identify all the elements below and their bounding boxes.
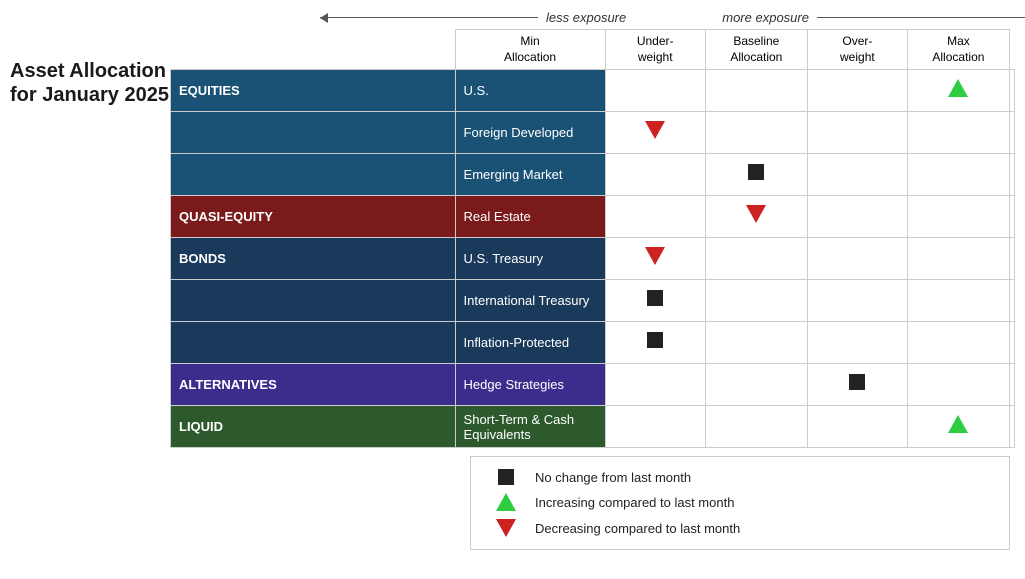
cell-baseline (807, 154, 907, 196)
cell-min (605, 196, 705, 238)
cell-max (1010, 70, 1015, 112)
cell-under (705, 406, 807, 448)
title-area: Asset Allocation for January 2025 (10, 29, 170, 107)
cell-under (705, 154, 807, 196)
category-cell: ALTERNATIVES (171, 364, 456, 406)
more-exposure-label: more exposure (722, 10, 809, 25)
cell-baseline (807, 238, 907, 280)
row-label-cell: Inflation-Protected (455, 322, 605, 364)
cell-baseline (807, 322, 907, 364)
cell-max (1010, 406, 1015, 448)
cell-min (605, 238, 705, 280)
cell-over (907, 70, 1009, 112)
cell-under (705, 364, 807, 406)
col-header-min: MinAllocation (455, 30, 605, 70)
cell-max (1010, 280, 1015, 322)
cell-baseline (807, 280, 907, 322)
exposure-arrow: less exposure more exposure (320, 10, 1025, 25)
legend-down-symbol (491, 519, 521, 537)
row-label-cell: U.S. Treasury (455, 238, 605, 280)
cell-baseline (807, 70, 907, 112)
cell-under (705, 322, 807, 364)
row-label-cell: Short-Term & Cash Equivalents (455, 406, 605, 448)
cell-under (705, 70, 807, 112)
table-row: EQUITIESU.S. (171, 70, 1015, 112)
table-row: ALTERNATIVESHedge Strategies (171, 364, 1015, 406)
cell-min (605, 154, 705, 196)
cell-over (907, 196, 1009, 238)
category-cell (171, 154, 456, 196)
legend-item-up: Increasing compared to last month (491, 493, 989, 511)
cell-max (1010, 154, 1015, 196)
table-row: Emerging Market (171, 154, 1015, 196)
cell-max (1010, 238, 1015, 280)
legend-item-square: No change from last month (491, 469, 989, 485)
category-cell: QUASI-EQUITY (171, 196, 456, 238)
col-header-label (171, 30, 456, 70)
col-header-under: Under-weight (605, 30, 705, 70)
cell-under (705, 112, 807, 154)
table-row: International Treasury (171, 280, 1015, 322)
allocation-table: MinAllocation Under-weight BaselineAlloc… (170, 29, 1015, 448)
col-header-over: Over-weight (807, 30, 907, 70)
cell-max (1010, 364, 1015, 406)
cell-over (907, 322, 1009, 364)
row-label-cell: Emerging Market (455, 154, 605, 196)
less-exposure-label: less exposure (546, 10, 626, 25)
row-label-cell: Real Estate (455, 196, 605, 238)
legend-up-symbol (491, 493, 521, 511)
cell-over (907, 154, 1009, 196)
cell-over (907, 238, 1009, 280)
legend-down-text: Decreasing compared to last month (535, 521, 740, 536)
chart-title: Asset Allocation for January 2025 (10, 29, 170, 107)
table-row: LIQUIDShort-Term & Cash Equivalents (171, 406, 1015, 448)
cell-over (907, 364, 1009, 406)
cell-over (907, 280, 1009, 322)
table-row: Inflation-Protected (171, 322, 1015, 364)
col-header-max: MaxAllocation (907, 30, 1009, 70)
legend-item-down: Decreasing compared to last month (491, 519, 989, 537)
category-cell: EQUITIES (171, 70, 456, 112)
cell-min (605, 406, 705, 448)
row-label-cell: Hedge Strategies (455, 364, 605, 406)
cell-over (907, 406, 1009, 448)
legend-square-symbol (491, 469, 521, 485)
table-header-row: MinAllocation Under-weight BaselineAlloc… (171, 30, 1015, 70)
cell-min (605, 112, 705, 154)
row-label-cell: International Treasury (455, 280, 605, 322)
category-cell (171, 322, 456, 364)
row-label-cell: Foreign Developed (455, 112, 605, 154)
legend-box: No change from last month Increasing com… (470, 456, 1010, 550)
row-label-cell: U.S. (455, 70, 605, 112)
cell-under (705, 238, 807, 280)
cell-min (605, 322, 705, 364)
cell-over (907, 112, 1009, 154)
cell-min (605, 280, 705, 322)
cell-under (705, 280, 807, 322)
cell-max (1010, 196, 1015, 238)
category-cell (171, 112, 456, 154)
cell-baseline (807, 196, 907, 238)
category-cell: LIQUID (171, 406, 456, 448)
cell-baseline (807, 364, 907, 406)
table-row: QUASI-EQUITYReal Estate (171, 196, 1015, 238)
legend-square-text: No change from last month (535, 470, 691, 485)
col-header-baseline: BaselineAllocation (705, 30, 807, 70)
table-row: Foreign Developed (171, 112, 1015, 154)
legend-up-text: Increasing compared to last month (535, 495, 734, 510)
table-row: BONDSU.S. Treasury (171, 238, 1015, 280)
cell-baseline (807, 406, 907, 448)
category-cell: BONDS (171, 238, 456, 280)
cell-max (1010, 112, 1015, 154)
cell-under (705, 196, 807, 238)
cell-baseline (807, 112, 907, 154)
main-container: less exposure more exposure Asset Alloca… (0, 0, 1025, 560)
category-cell (171, 280, 456, 322)
cell-min (605, 70, 705, 112)
cell-min (605, 364, 705, 406)
main-layout: Asset Allocation for January 2025 MinAll… (10, 29, 1015, 448)
cell-max (1010, 322, 1015, 364)
